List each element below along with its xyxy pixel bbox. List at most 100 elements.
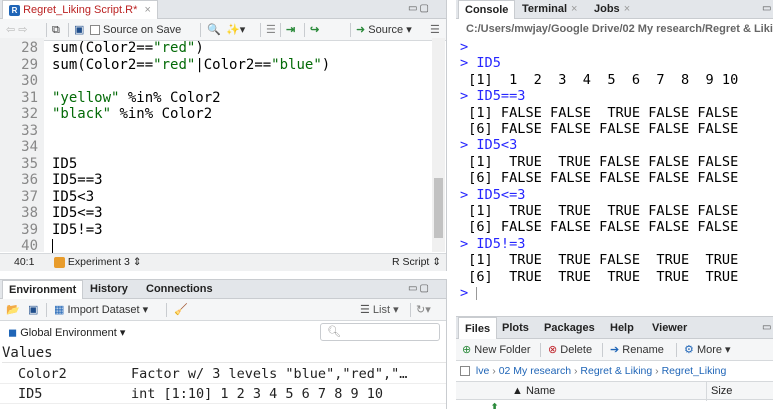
close-terminal-icon[interactable]: × bbox=[571, 3, 577, 15]
window-controls[interactable]: ▭ bbox=[762, 322, 773, 333]
search-icon[interactable]: 🔍 bbox=[207, 23, 221, 37]
source-on-save-toggle[interactable]: Source on Save bbox=[90, 23, 181, 37]
string-literal: "red" bbox=[153, 40, 196, 56]
new-folder-button[interactable]: ⊕ New Folder bbox=[462, 343, 531, 357]
rerun-icon[interactable]: ↪ bbox=[310, 23, 319, 37]
code-line[interactable]: 39 ID5!=3 bbox=[0, 222, 430, 239]
scope-selector[interactable]: ◼ Global Environment ▾ bbox=[8, 326, 125, 339]
editor-scrollbar[interactable] bbox=[432, 38, 445, 252]
line-number: 34 bbox=[21, 139, 38, 155]
code-line[interactable]: 33 bbox=[0, 123, 430, 140]
breadcrumb-separator: › bbox=[652, 365, 662, 377]
select-all-checkbox[interactable] bbox=[460, 366, 470, 377]
tab-title: Regret_Liking Script.R* bbox=[23, 4, 138, 16]
code-text: "yellow" %in% Color2 bbox=[52, 90, 221, 107]
environment-row[interactable]: ID5 int [1:10] 1 2 3 4 5 6 7 8 9 10 bbox=[0, 384, 446, 404]
tab-connections[interactable]: Connections bbox=[140, 280, 219, 299]
string-literal: "red" bbox=[153, 56, 196, 73]
name-column-header[interactable]: ▲ Name bbox=[512, 382, 555, 401]
line-number: 32 bbox=[21, 106, 38, 122]
line-number: 31 bbox=[21, 89, 38, 106]
tab-viewer[interactable]: Viewer bbox=[646, 317, 693, 339]
working-directory: C:/Users/mwjay/Google Drive/02 My resear… bbox=[466, 23, 773, 35]
tab-regret-liking-script[interactable]: R Regret_Liking Script.R* × bbox=[2, 0, 158, 19]
section-navigator[interactable]: Experiment 3 ⇕ bbox=[54, 254, 142, 271]
tab-jobs[interactable]: Jobs × bbox=[588, 0, 636, 19]
window-controls[interactable]: ▭▢ bbox=[408, 283, 431, 294]
line-number: 29 bbox=[21, 56, 38, 73]
console-output-line: [1] 1 2 3 4 5 6 7 8 9 10 bbox=[460, 71, 739, 88]
filetype-selector[interactable]: R Script ⇕ bbox=[392, 254, 441, 271]
console-cursor bbox=[476, 286, 478, 300]
console-output-line: [1] TRUE TRUE FALSE TRUE TRUE bbox=[460, 252, 739, 269]
code-line[interactable]: 35 ID5 bbox=[0, 156, 430, 173]
scrollbar-thumb[interactable] bbox=[434, 178, 443, 238]
back-forward-icon[interactable]: ⇦ ⇨ bbox=[6, 23, 28, 37]
variable-name: Color2 bbox=[18, 366, 67, 382]
window-controls[interactable]: ▭ bbox=[762, 3, 773, 14]
more-button[interactable]: ⚙ More ▾ bbox=[684, 343, 731, 357]
code-line[interactable]: 37 ID5<3 bbox=[0, 189, 430, 206]
code-line[interactable]: 31 "yellow" %in% Color2 bbox=[0, 90, 430, 107]
view-mode-selector[interactable]: ☰ List ▾ bbox=[360, 303, 399, 317]
values-section-header: Values bbox=[2, 343, 446, 363]
code-tools-icon[interactable]: ✨▾ bbox=[226, 23, 245, 37]
code-line[interactable]: 38 ID5<=3 bbox=[0, 205, 430, 222]
show-in-window-icon[interactable]: ⧉ bbox=[52, 23, 60, 37]
source-button[interactable]: ➜ Source ▾ bbox=[356, 23, 412, 37]
console-command-line: > ID5<3 bbox=[460, 137, 518, 154]
load-workspace-icon[interactable]: 📂 bbox=[6, 303, 20, 317]
console-output-line: [6] FALSE FALSE FALSE FALSE FALSE bbox=[460, 219, 739, 236]
outline-icon[interactable]: ☰ bbox=[430, 23, 440, 37]
refresh-icon[interactable]: ↻▾ bbox=[416, 303, 431, 317]
size-column-header[interactable]: Size bbox=[706, 382, 732, 401]
close-jobs-icon[interactable]: × bbox=[624, 3, 630, 15]
code-token: sum(Color2== bbox=[52, 40, 154, 56]
code-token: ID5<=3 bbox=[52, 205, 103, 221]
console-output-line: [6] FALSE FALSE FALSE FALSE FALSE bbox=[460, 170, 739, 187]
environment-search-input[interactable]: 🔍︎ bbox=[320, 323, 440, 341]
editor-toolbar: ⇦ ⇨ ⧉ ▣ Source on Save 🔍 ✨▾ ☰ ⇥ ↪ ➜ Sour… bbox=[0, 19, 446, 41]
code-line[interactable]: 30 bbox=[0, 73, 430, 90]
compile-report-icon[interactable]: ☰ bbox=[266, 23, 276, 37]
code-line[interactable]: 28 sum(Color2=="red") bbox=[0, 40, 430, 57]
tab-terminal[interactable]: Terminal × bbox=[516, 0, 583, 19]
rename-button[interactable]: ➔ Rename bbox=[610, 343, 664, 357]
search-icon: 🔍︎ bbox=[327, 326, 341, 338]
console-command-line: > ID5!=3 bbox=[460, 235, 526, 252]
table-icon: ▦ bbox=[54, 304, 65, 316]
run-icon[interactable]: ⇥ bbox=[286, 23, 295, 37]
code-text: sum(Color2=="red") bbox=[52, 40, 204, 57]
parent-folder-icon[interactable]: ⬆ bbox=[490, 401, 499, 409]
environment-row[interactable]: Color2 Factor w/ 3 levels "blue","red","… bbox=[0, 364, 446, 384]
tab-help[interactable]: Help bbox=[604, 317, 640, 339]
clear-workspace-icon[interactable]: 🧹 bbox=[174, 303, 188, 317]
tab-files[interactable]: Files bbox=[458, 317, 498, 339]
breadcrumb-item[interactable]: Regret & Liking bbox=[580, 365, 652, 377]
breadcrumb-item[interactable]: Regret_Liking bbox=[662, 365, 727, 377]
code-line[interactable]: 34 bbox=[0, 139, 430, 156]
code-line[interactable]: 36 ID5==3 bbox=[0, 172, 430, 189]
tab-packages[interactable]: Packages bbox=[538, 317, 601, 339]
tab-history[interactable]: History bbox=[84, 280, 134, 299]
tab-plots[interactable]: Plots bbox=[496, 317, 535, 339]
code-token: %in% Color2 bbox=[119, 89, 221, 106]
window-controls[interactable]: ▭▢ bbox=[408, 3, 431, 14]
breadcrumb: lve › 02 My research › Regret & Liking ›… bbox=[456, 361, 773, 381]
tab-environment[interactable]: Environment bbox=[2, 280, 84, 299]
close-tab-icon[interactable]: × bbox=[144, 4, 150, 16]
breadcrumb-item[interactable]: lve bbox=[476, 365, 489, 377]
save-workspace-icon[interactable]: ▣ bbox=[28, 303, 38, 317]
delete-button[interactable]: ⊗ Delete bbox=[548, 343, 592, 357]
code-line[interactable]: 32 "black" %in% Color2 bbox=[0, 106, 430, 123]
console-output-line: [1] TRUE TRUE TRUE FALSE FALSE bbox=[460, 203, 739, 219]
variable-name: ID5 bbox=[18, 386, 43, 402]
tab-console[interactable]: Console bbox=[458, 0, 516, 19]
code-line[interactable]: 29 sum(Color2=="red"|Color2=="blue") bbox=[0, 57, 430, 74]
source-on-save-checkbox[interactable] bbox=[90, 25, 100, 36]
save-icon[interactable]: ▣ bbox=[74, 23, 84, 37]
import-dataset-button[interactable]: ▦ Import Dataset ▾ bbox=[54, 303, 148, 317]
breadcrumb-item[interactable]: 02 My research bbox=[499, 365, 571, 377]
code-token: ) bbox=[321, 56, 331, 73]
code-text: ID5 bbox=[52, 156, 77, 173]
